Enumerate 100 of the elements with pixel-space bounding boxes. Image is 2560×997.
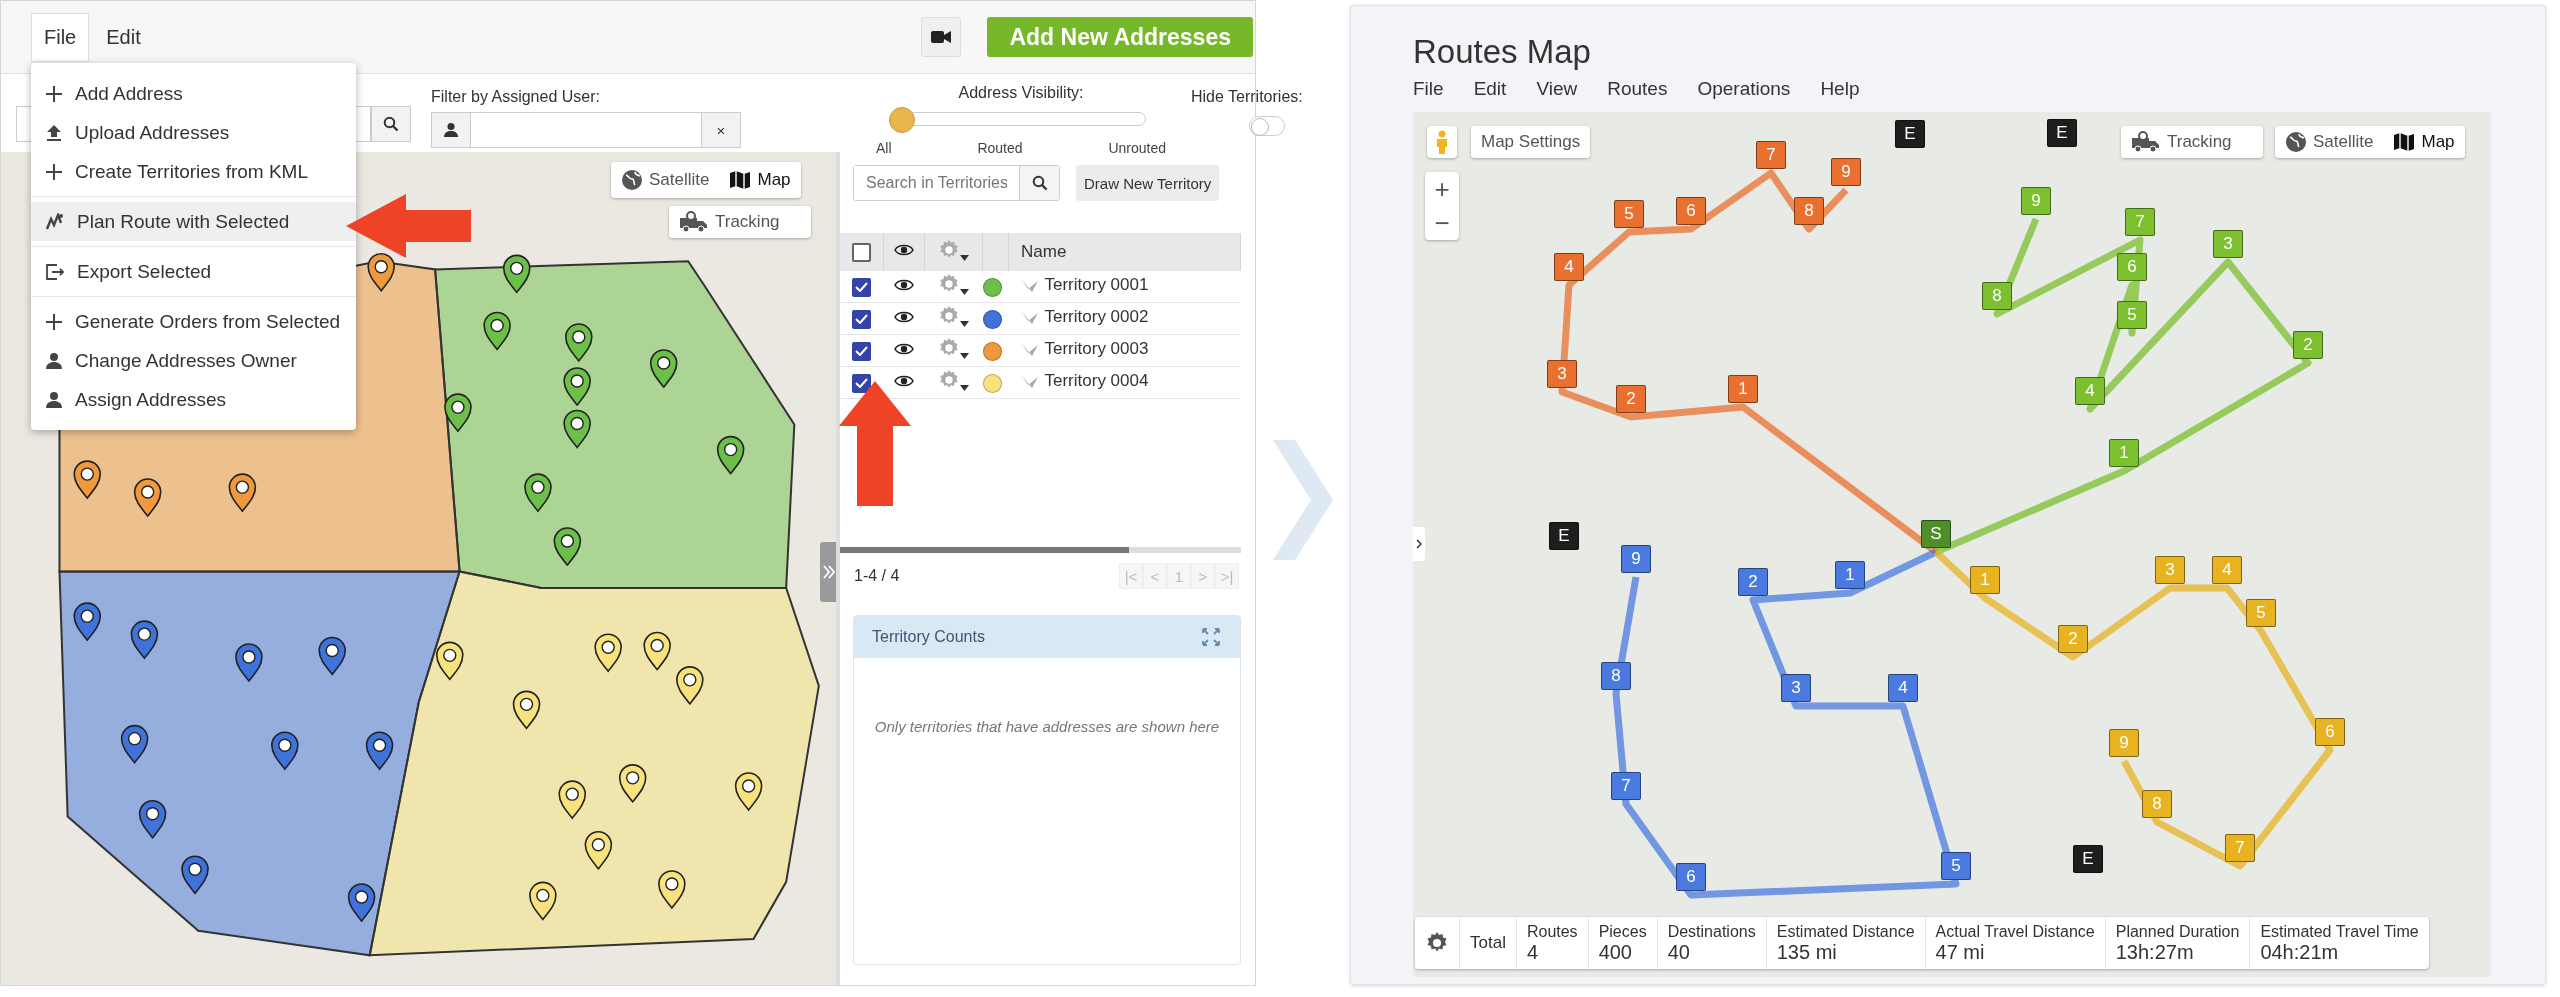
row-checkbox[interactable] bbox=[852, 341, 872, 361]
clear-button[interactable]: × bbox=[701, 112, 741, 148]
map-pin-icon[interactable] bbox=[435, 641, 464, 681]
map-pin-icon[interactable] bbox=[618, 764, 647, 803]
map-pin-icon[interactable] bbox=[235, 643, 263, 682]
map-pin-icon[interactable] bbox=[73, 460, 102, 499]
map-pin-icon[interactable] bbox=[658, 870, 686, 909]
end-marker[interactable]: E bbox=[1895, 120, 1925, 148]
stop-marker[interactable]: 4 bbox=[1554, 253, 1584, 281]
map-pin-icon[interactable] bbox=[271, 731, 299, 770]
zoom-in-button[interactable]: + bbox=[1425, 172, 1459, 206]
stop-marker[interactable]: 8 bbox=[1794, 197, 1824, 225]
stop-marker[interactable]: 8 bbox=[1982, 282, 2012, 310]
stop-marker[interactable]: 6 bbox=[1676, 863, 1706, 891]
satellite-button[interactable]: Satellite bbox=[611, 162, 720, 198]
stop-marker[interactable]: 2 bbox=[1616, 385, 1646, 413]
stop-marker[interactable]: 3 bbox=[1781, 674, 1811, 702]
menu-item[interactable]: Assign Addresses bbox=[31, 380, 356, 419]
add-new-addresses-button[interactable]: Add New Addresses bbox=[987, 17, 1253, 57]
draw-territory-button[interactable]: Draw New Territory bbox=[1076, 165, 1220, 201]
stop-marker[interactable]: 9 bbox=[2021, 187, 2051, 215]
row-checkbox[interactable] bbox=[852, 373, 872, 393]
map-pin-icon[interactable] bbox=[558, 780, 587, 819]
settings-button[interactable] bbox=[1415, 917, 1460, 969]
map-pin-icon[interactable] bbox=[584, 831, 613, 870]
stop-marker[interactable]: 9 bbox=[1621, 545, 1651, 573]
stop-marker[interactable]: 3 bbox=[1547, 360, 1577, 388]
tracking-button[interactable]: Tracking bbox=[2121, 126, 2242, 158]
menu-tab[interactable]: Edit bbox=[93, 12, 154, 62]
map-pin-icon[interactable] bbox=[594, 633, 622, 672]
map-pin-icon[interactable] bbox=[649, 349, 678, 388]
map-pin-icon[interactable] bbox=[347, 883, 376, 922]
stop-marker[interactable]: 4 bbox=[1888, 674, 1918, 702]
map-pin-icon[interactable] bbox=[734, 772, 763, 811]
stop-marker[interactable]: 6 bbox=[2117, 253, 2147, 281]
menu-tab[interactable]: File bbox=[31, 12, 90, 62]
slider-thumb[interactable] bbox=[889, 107, 915, 133]
stop-marker[interactable]: 4 bbox=[2075, 377, 2105, 405]
video-button[interactable] bbox=[921, 17, 962, 57]
map-pin-icon[interactable] bbox=[133, 478, 162, 517]
hide-territories-toggle[interactable] bbox=[1248, 116, 1285, 136]
menu-item[interactable]: File bbox=[1413, 78, 1444, 104]
map-pin-icon[interactable] bbox=[716, 435, 745, 475]
map-pin-icon[interactable] bbox=[565, 323, 593, 362]
map-view-button[interactable]: Map bbox=[2383, 126, 2465, 158]
map-pin-icon[interactable] bbox=[643, 631, 671, 671]
menu-item[interactable]: Routes bbox=[1607, 78, 1668, 104]
expand-icon[interactable] bbox=[1202, 628, 1220, 646]
collapse-handle[interactable] bbox=[820, 542, 836, 602]
stop-marker[interactable]: 8 bbox=[1601, 662, 1631, 690]
expand-side-tab[interactable] bbox=[1413, 527, 1425, 561]
map-pin-icon[interactable] bbox=[367, 252, 395, 292]
map-pin-icon[interactable] bbox=[365, 731, 394, 770]
territory-area[interactable] bbox=[58, 570, 461, 957]
row-checkbox[interactable] bbox=[852, 309, 872, 329]
menu-item[interactable]: Edit bbox=[1473, 78, 1507, 104]
stop-marker[interactable]: 1 bbox=[1835, 561, 1865, 589]
map-pin-icon[interactable] bbox=[120, 724, 149, 764]
stop-marker[interactable]: 5 bbox=[2117, 301, 2147, 329]
menu-item[interactable]: Operations bbox=[1697, 78, 1791, 104]
end-marker[interactable]: E bbox=[2047, 119, 2077, 147]
zoom-out-button[interactable]: − bbox=[1425, 206, 1459, 240]
map-pin-icon[interactable] bbox=[563, 409, 591, 449]
map-pin-icon[interactable] bbox=[563, 367, 591, 406]
stop-marker[interactable]: 6 bbox=[1676, 197, 1706, 225]
search-button[interactable] bbox=[371, 106, 411, 142]
menu-item[interactable]: View bbox=[1536, 78, 1578, 104]
menu-item[interactable]: Create Territories from KML bbox=[31, 152, 356, 191]
map-pin-icon[interactable] bbox=[502, 254, 531, 294]
row-checkbox[interactable] bbox=[852, 277, 872, 297]
territory-area[interactable] bbox=[434, 260, 796, 589]
map-pin-icon[interactable] bbox=[138, 800, 167, 839]
horizontal-scrollbar[interactable] bbox=[840, 547, 1241, 553]
menu-item[interactable]: Export Selected bbox=[31, 252, 356, 291]
map-pin-icon[interactable] bbox=[676, 666, 704, 705]
stop-marker[interactable]: 9 bbox=[1831, 158, 1861, 186]
menu-item[interactable]: Change Addresses Owner bbox=[31, 341, 356, 380]
menu-item[interactable]: Help bbox=[1820, 78, 1860, 104]
map-pin-icon[interactable] bbox=[512, 690, 541, 730]
start-marker[interactable]: S bbox=[1921, 520, 1951, 548]
map-view-button[interactable]: Map bbox=[719, 162, 801, 198]
stop-marker[interactable]: 5 bbox=[1614, 200, 1644, 228]
tracking-button[interactable]: Tracking bbox=[669, 206, 790, 238]
satellite-button[interactable]: Satellite bbox=[2275, 126, 2384, 158]
assigned-user-field[interactable] bbox=[471, 112, 701, 148]
stop-marker[interactable]: 1 bbox=[1728, 375, 1758, 403]
map-pin-icon[interactable] bbox=[73, 602, 102, 641]
menu-item[interactable]: Plan Route with Selected bbox=[31, 202, 356, 241]
route-line[interactable] bbox=[1612, 548, 1960, 899]
menu-item[interactable]: Generate Orders from Selected bbox=[31, 302, 356, 341]
column-header[interactable]: Name bbox=[1021, 242, 1067, 261]
map-pin-icon[interactable] bbox=[228, 473, 257, 512]
map-pin-icon[interactable] bbox=[130, 620, 159, 659]
stop-marker[interactable]: 5 bbox=[1941, 852, 1971, 880]
map-pin-icon[interactable] bbox=[483, 311, 511, 351]
stop-marker[interactable]: 2 bbox=[1738, 568, 1768, 596]
map-pin-icon[interactable] bbox=[181, 855, 209, 895]
select-all-checkbox[interactable] bbox=[852, 243, 871, 262]
menu-item[interactable]: Upload Addresses bbox=[31, 113, 356, 152]
menu-item[interactable]: Add Address bbox=[31, 74, 356, 113]
